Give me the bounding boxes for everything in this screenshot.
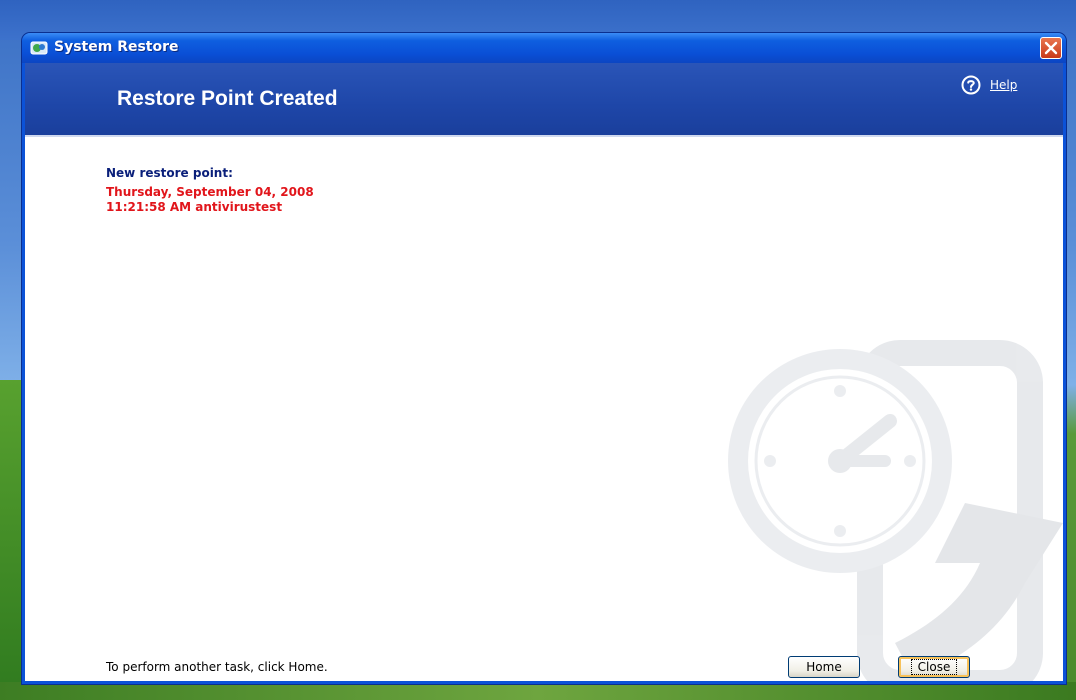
desktop-grass-bottom bbox=[0, 682, 1076, 700]
new-restore-point-label: New restore point: bbox=[106, 166, 233, 180]
home-button[interactable]: Home bbox=[788, 656, 860, 678]
restore-point-time-description: 11:21:58 AM antivirustest bbox=[106, 200, 283, 214]
home-button-label: Home bbox=[806, 660, 842, 674]
dialog-header: Restore Point Created Help bbox=[25, 63, 1063, 137]
dialog-client-area: Restore Point Created Help New restore p… bbox=[25, 63, 1063, 681]
footer-instruction: To perform another task, click Home. bbox=[106, 660, 328, 674]
clock-restore-watermark-icon bbox=[728, 340, 1063, 681]
system-restore-window: System Restore Restore Point Created Hel… bbox=[22, 33, 1066, 684]
system-restore-icon bbox=[30, 40, 48, 56]
close-icon bbox=[1044, 41, 1058, 55]
page-title: Restore Point Created bbox=[117, 87, 338, 110]
close-button-label: Close bbox=[910, 659, 958, 675]
help-link[interactable]: Help bbox=[990, 78, 1017, 92]
restore-point-date: Thursday, September 04, 2008 bbox=[106, 185, 314, 199]
title-bar[interactable]: System Restore bbox=[22, 33, 1066, 63]
help-icon[interactable] bbox=[961, 75, 981, 95]
close-button[interactable]: Close bbox=[898, 656, 970, 678]
window-title: System Restore bbox=[54, 39, 179, 55]
close-window-button[interactable] bbox=[1040, 37, 1062, 59]
